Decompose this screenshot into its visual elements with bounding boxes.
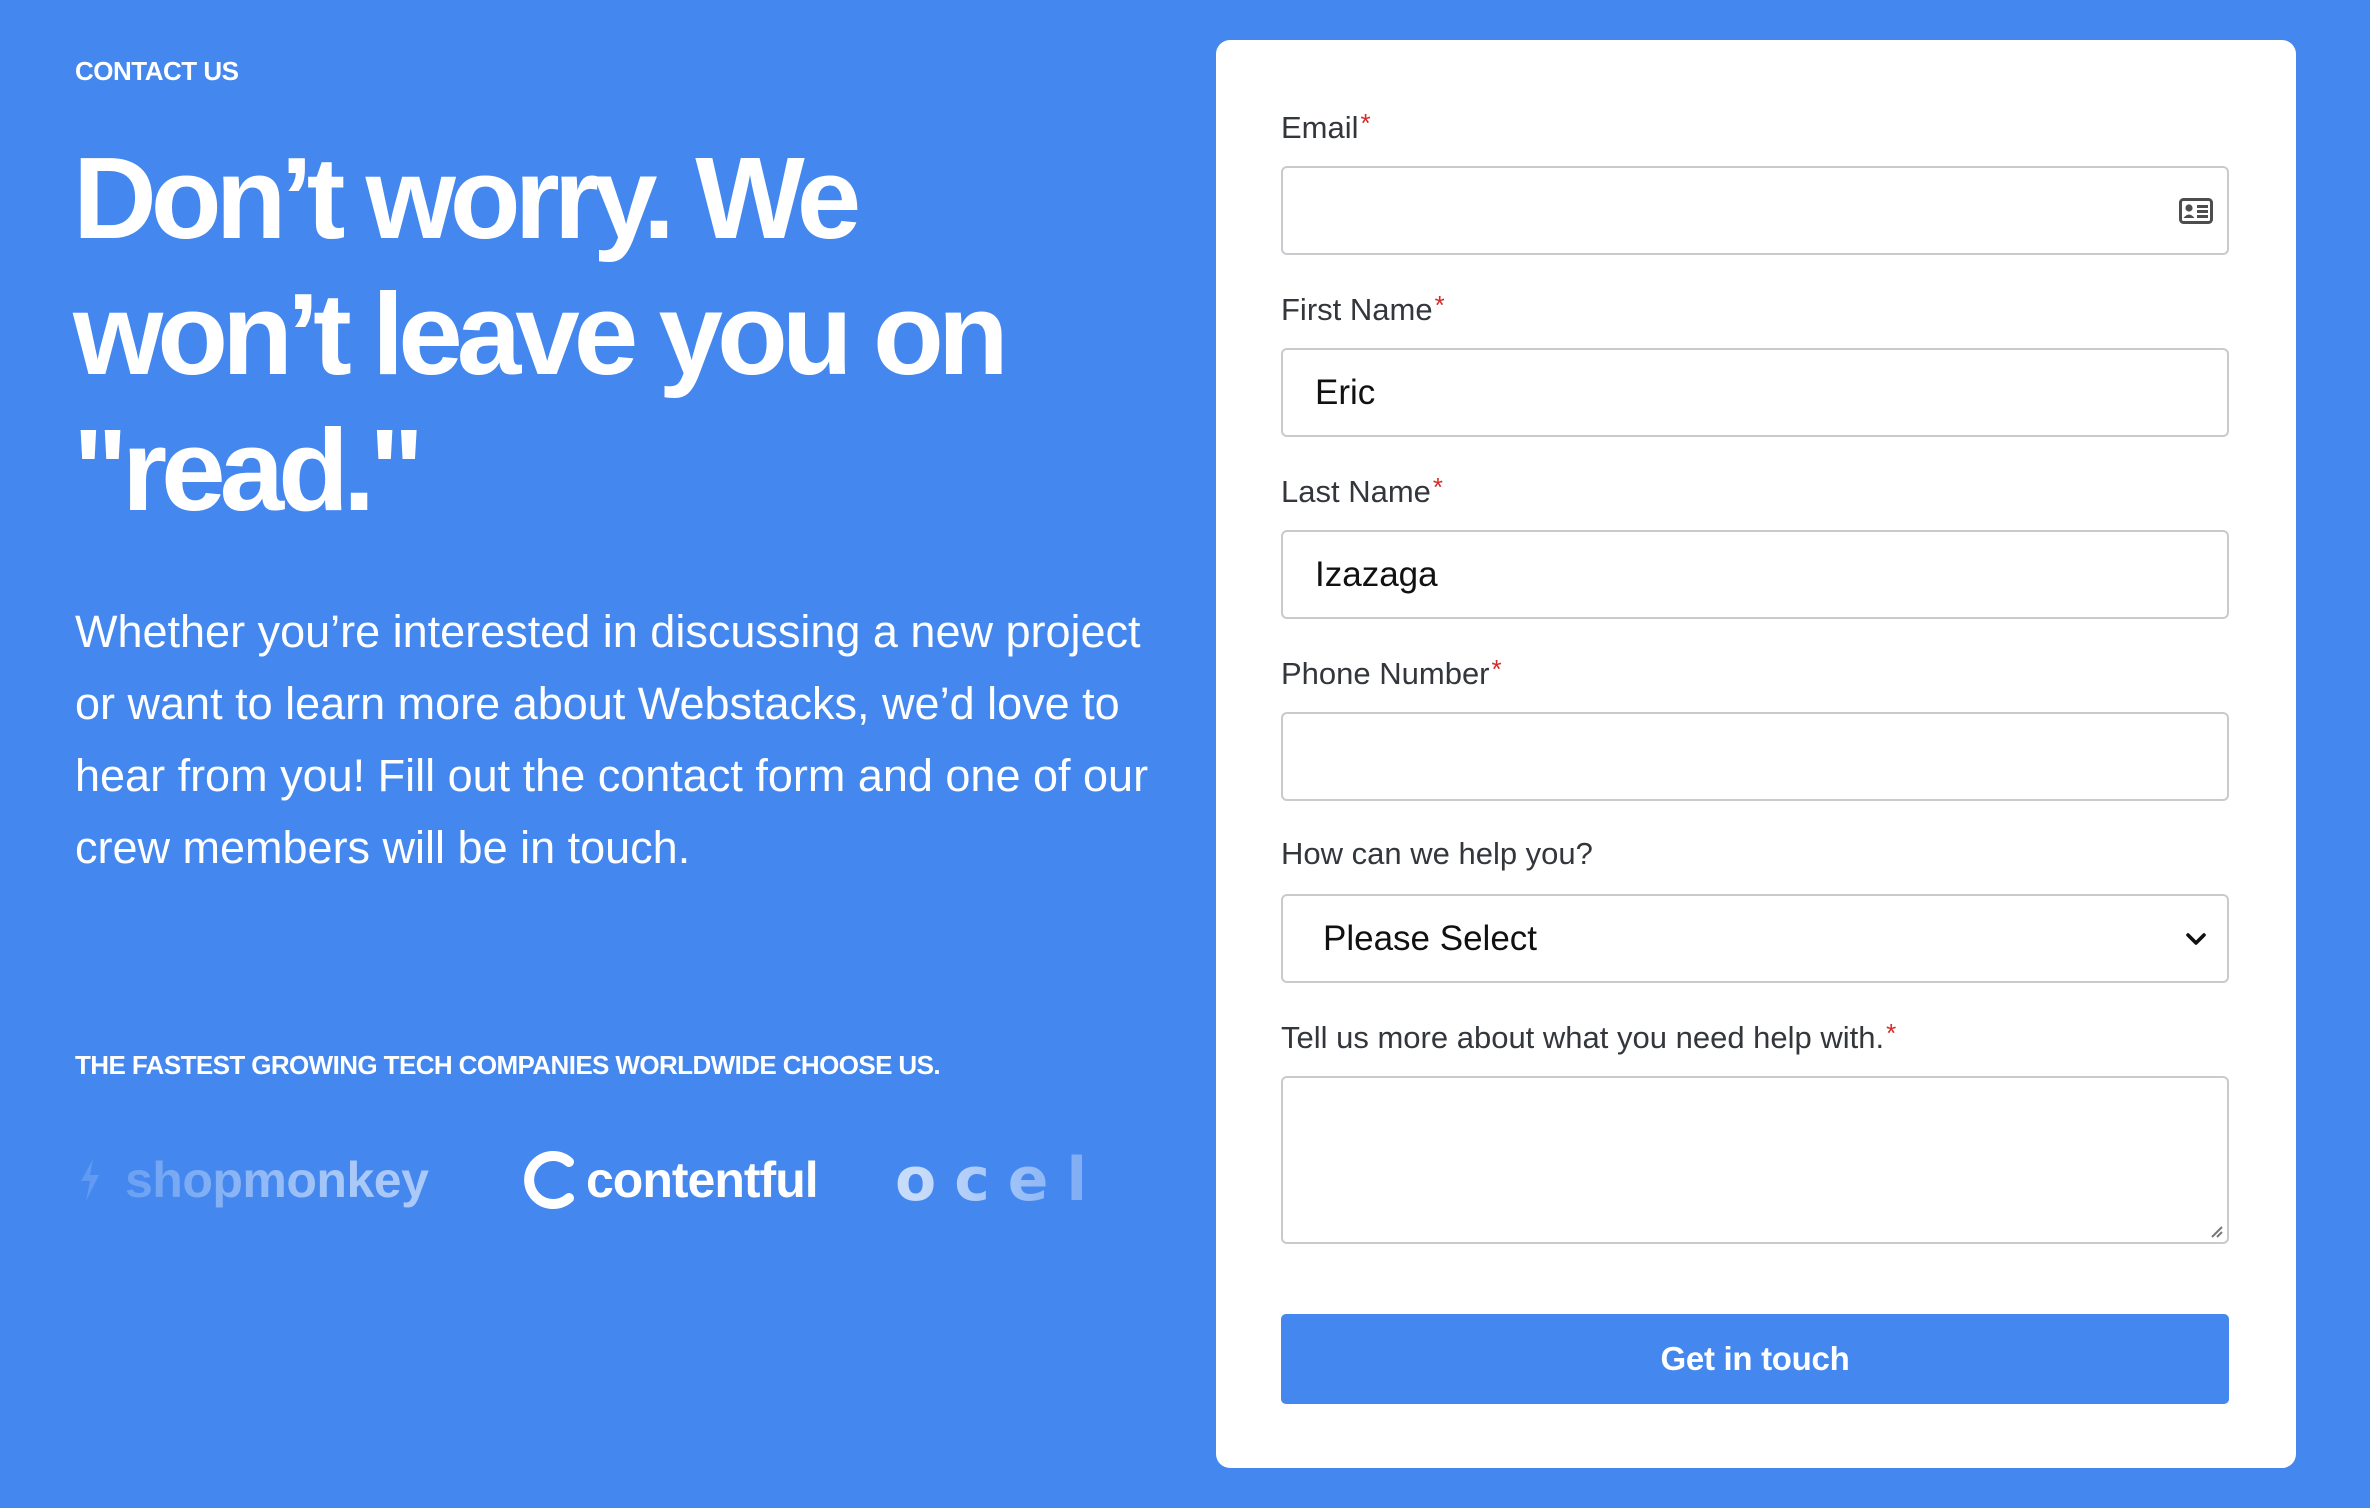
first-name-label: First Name* [1281, 290, 1445, 328]
help-topic-select[interactable]: Please Select [1281, 894, 2229, 983]
shopmonkey-wordmark: shopmonkey [125, 1152, 429, 1208]
contentful-wordmark: contentful [586, 1152, 819, 1208]
first-name-field[interactable] [1281, 348, 2229, 437]
logos-heading: THE FASTEST GROWING TECH COMPANIES WORLD… [75, 1050, 941, 1080]
phone-number-label: Phone Number* [1281, 654, 1502, 692]
phone-number-field[interactable] [1281, 712, 2229, 801]
shopmonkey-mark-icon [81, 1159, 99, 1201]
email-field[interactable] [1281, 166, 2229, 255]
details-textarea[interactable] [1281, 1076, 2229, 1244]
details-label: Tell us more about what you need help wi… [1281, 1018, 1896, 1056]
resize-handle-icon[interactable] [2206, 1221, 2224, 1239]
contact-card-icon-graphic [2179, 197, 2213, 224]
contentful-logo: contentful [524, 1130, 819, 1230]
required-marker: * [1886, 1018, 1897, 1048]
page-headline: Don’t worry. We won’t leave you on "read… [73, 133, 1009, 535]
shopmonkey-logo: shopmonkey [75, 1130, 429, 1230]
first-name-label-text: First Name [1281, 292, 1433, 327]
ocelot-logo: ocel [895, 1130, 1105, 1230]
contact-form-card: Email* First Name* Last Name* Phone Numb… [1216, 40, 2296, 1468]
phone-number-label-text: Phone Number [1281, 656, 1490, 691]
email-label: Email* [1281, 108, 1371, 146]
help-topic-label: How can we help you? [1281, 836, 1593, 872]
intro-paragraph: Whether you’re interested in discussing … [75, 606, 1149, 873]
contentful-mark-icon [524, 1151, 574, 1209]
ocelot-wordmark: ocel [895, 1145, 1106, 1215]
customer-logo-strip: shopmonkey contentful ocel [75, 1130, 1160, 1230]
email-field-wrapper [1281, 166, 2229, 255]
required-marker: * [1491, 654, 1502, 684]
help-topic-selected-value: Please Select [1323, 918, 1538, 958]
required-marker: * [1360, 108, 1371, 138]
email-label-text: Email [1281, 110, 1359, 145]
last-name-label: Last Name* [1281, 472, 1443, 510]
required-marker: * [1434, 290, 1445, 320]
get-in-touch-button[interactable]: Get in touch [1281, 1314, 2229, 1404]
last-name-label-text: Last Name [1281, 474, 1431, 509]
help-topic-label-text: How can we help you? [1281, 836, 1593, 871]
eyebrow-label: CONTACT US [75, 56, 239, 86]
contact-card-icon[interactable] [2163, 166, 2229, 255]
details-label-text: Tell us more about what you need help wi… [1281, 1020, 1885, 1055]
required-marker: * [1432, 472, 1444, 502]
last-name-field[interactable] [1281, 530, 2229, 619]
chevron-down-icon [2186, 933, 2206, 945]
